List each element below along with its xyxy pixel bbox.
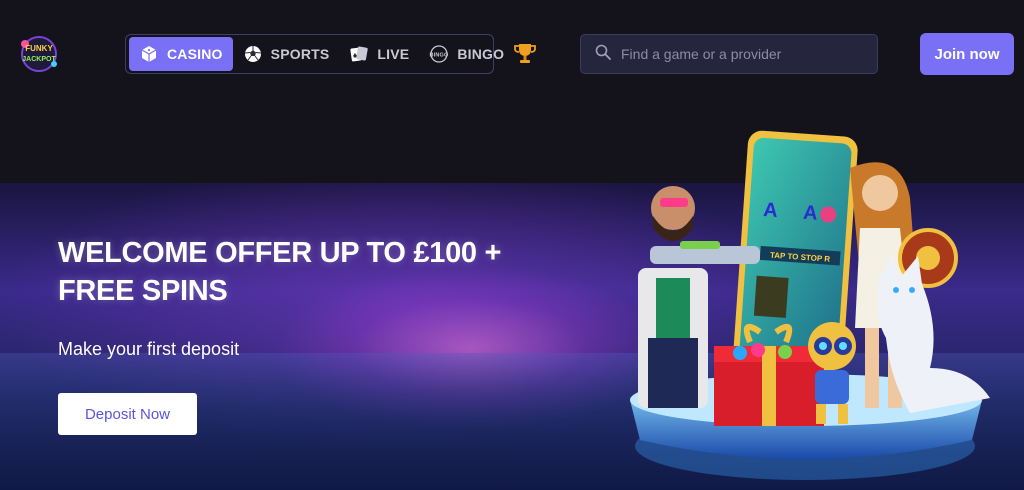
search-bar[interactable] <box>580 34 878 74</box>
svg-text:FUNKY: FUNKY <box>25 44 53 53</box>
dice-icon <box>139 44 159 64</box>
svg-text:A: A <box>802 202 818 225</box>
svg-text:JACKPOT: JACKPOT <box>22 56 56 63</box>
nav-item-casino[interactable]: CASINO <box>129 37 233 71</box>
nav-item-bingo[interactable]: BINGO BINGO <box>419 37 514 71</box>
cards-icon <box>349 44 369 64</box>
bingo-ball-icon: BINGO <box>429 44 449 64</box>
join-now-button[interactable]: Join now <box>920 33 1014 75</box>
nav-item-label: SPORTS <box>270 46 330 62</box>
nav-item-label: BINGO <box>457 46 505 62</box>
search-icon <box>595 44 611 65</box>
nav-item-live[interactable]: LIVE <box>339 37 419 71</box>
top-header: FUNKY JACKPOT CASINO SPORTS LIVE BINGO B… <box>0 0 1024 110</box>
hero-title: WELCOME OFFER UP TO £100 + FREE SPINS <box>58 237 502 307</box>
nav-item-sports[interactable]: SPORTS <box>233 37 340 71</box>
nav-item-label: CASINO <box>167 46 223 62</box>
page: FUNKY JACKPOT CASINO SPORTS LIVE BINGO B… <box>0 0 1024 490</box>
promo-artwork: TAP TO STOP R A A <box>610 128 1010 490</box>
svg-text:A: A <box>763 199 779 222</box>
deposit-now-button[interactable]: Deposit Now <box>58 393 197 435</box>
svg-text:BINGO: BINGO <box>430 53 450 59</box>
hero-subtitle: Make your first deposit <box>58 339 240 359</box>
nav-item-label: LIVE <box>377 46 410 62</box>
search-input[interactable] <box>621 46 861 62</box>
main-nav: CASINO SPORTS LIVE BINGO BINGO <box>125 34 504 74</box>
soccer-ball-icon <box>243 44 263 64</box>
trophy-icon[interactable] <box>514 42 536 66</box>
brand-logo[interactable]: FUNKY JACKPOT <box>16 34 62 74</box>
